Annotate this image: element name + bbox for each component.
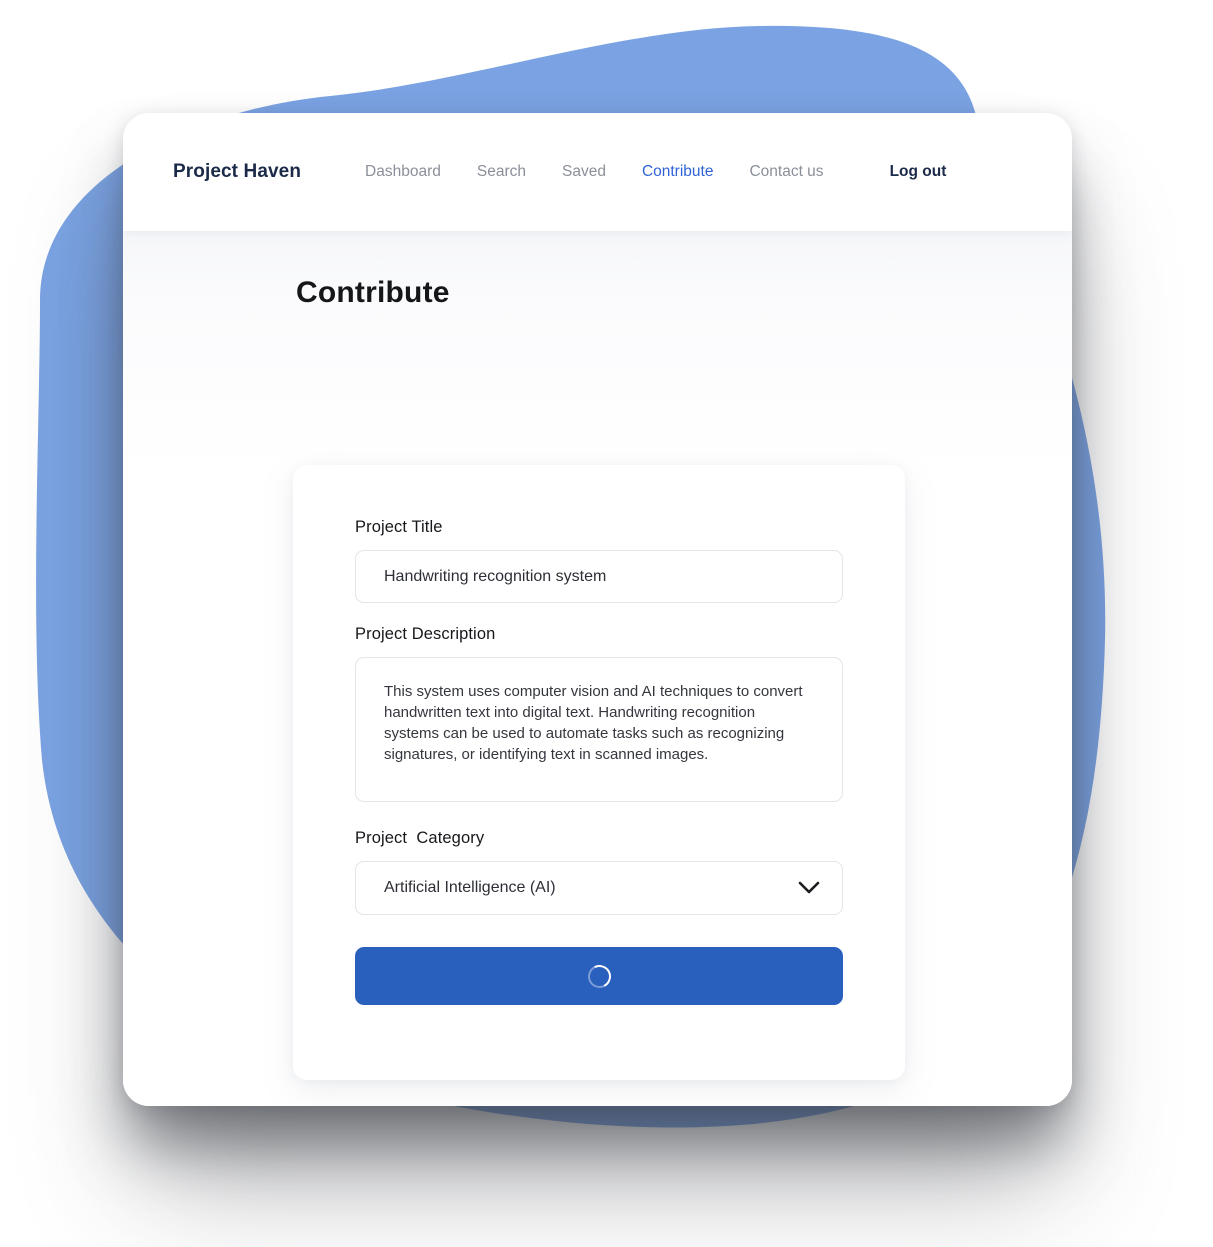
submit-button[interactable]: [355, 947, 843, 1005]
page-title: Contribute: [296, 276, 450, 309]
contribute-form-panel: Project Title Project Description This s…: [293, 465, 905, 1080]
field-group-project-description: Project Description This system uses com…: [355, 625, 843, 807]
label-project-description: Project Description: [355, 625, 496, 643]
field-group-project-title: Project Title: [355, 518, 843, 603]
project-category-select-wrapper: Artificial Intelligence (AI): [355, 861, 843, 915]
nav-link-contact-us[interactable]: Contact us: [749, 163, 823, 181]
chevron-down-icon: [798, 881, 820, 895]
brand-logo[interactable]: Project Haven: [173, 161, 301, 183]
logout-button[interactable]: Log out: [890, 163, 947, 181]
app-window: Project Haven Dashboard Search Saved Con…: [123, 113, 1072, 1106]
project-category-selected-value: Artificial Intelligence (AI): [384, 879, 556, 896]
field-group-project-category: Project Category Artificial Intelligence…: [355, 829, 843, 915]
project-category-select[interactable]: Artificial Intelligence (AI): [355, 861, 843, 915]
label-project-title: Project Title: [355, 518, 443, 536]
nav-link-saved[interactable]: Saved: [562, 163, 606, 181]
nav-links: Dashboard Search Saved Contribute Contac…: [365, 163, 824, 181]
nav-link-contribute[interactable]: Contribute: [642, 163, 714, 181]
project-description-textarea[interactable]: This system uses computer vision and AI …: [355, 657, 843, 802]
nav-link-search[interactable]: Search: [477, 163, 526, 181]
page-content: Contribute Project Title Project Descrip…: [123, 231, 1072, 1106]
label-project-category: Project Category: [355, 829, 485, 847]
nav-link-dashboard[interactable]: Dashboard: [365, 163, 441, 181]
project-title-input[interactable]: [355, 550, 843, 603]
loading-spinner-icon: [584, 961, 614, 991]
top-navigation-bar: Project Haven Dashboard Search Saved Con…: [123, 113, 1072, 231]
